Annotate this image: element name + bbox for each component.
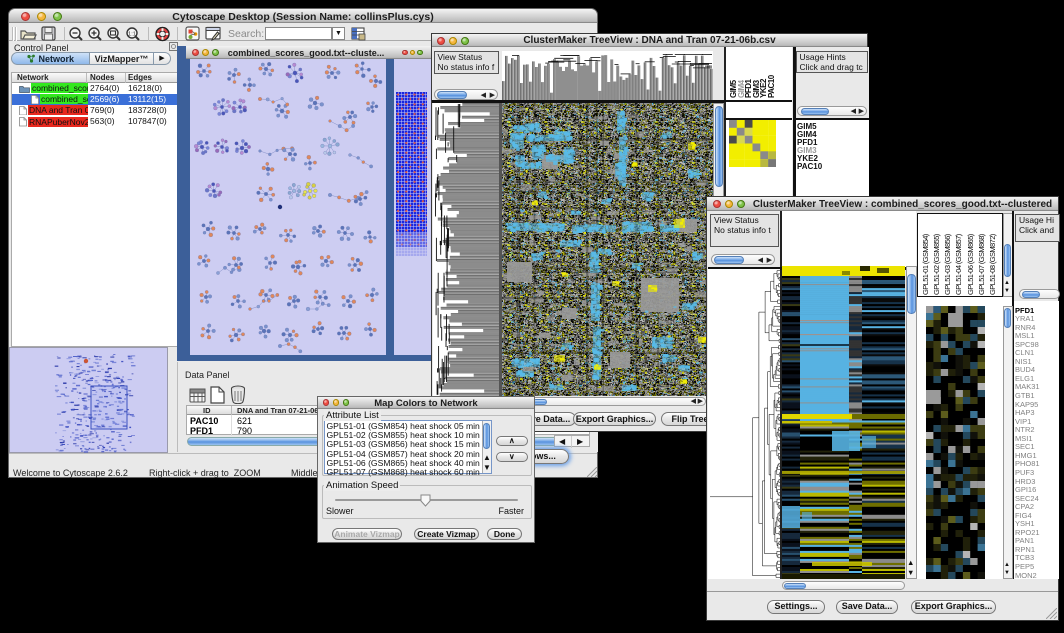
svg-text:1:1: 1:1 [128, 31, 136, 37]
